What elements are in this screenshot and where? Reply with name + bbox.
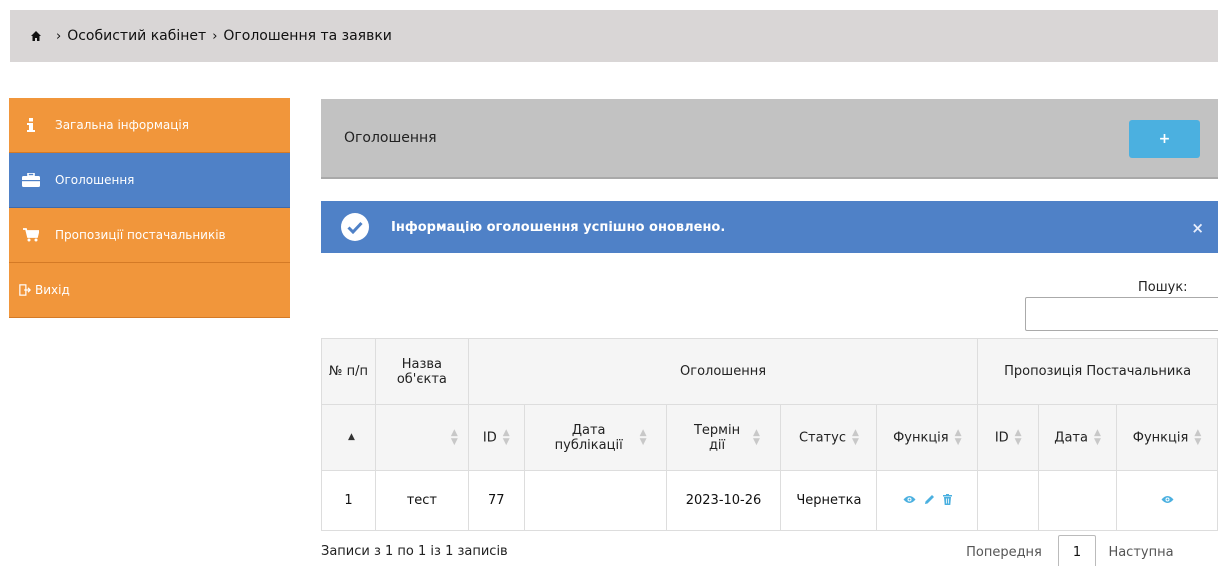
view-icon[interactable] [903, 495, 916, 504]
column-term-label: Термін дії [693, 422, 741, 453]
cell-name: тест [374, 470, 469, 531]
sort-offer-id[interactable]: ID ▲ ▼ [977, 404, 1040, 471]
sort-icon: ▲ ▼ [450, 427, 458, 447]
cart-icon [21, 228, 41, 242]
info-icon [21, 118, 41, 132]
cell-id: 77 [467, 470, 525, 531]
column-offer-function-label: Функція [1132, 430, 1189, 445]
sidebar-item-label: Пропозиції постачальників [55, 228, 226, 242]
panel-title: Оголошення [344, 130, 437, 146]
table-row: 1 тест 77 2023-10-26 Чернетка [321, 470, 1218, 531]
sort-icon: ▲ ▼ [753, 427, 760, 447]
sort-offer-function[interactable]: Функція ▲ ▼ [1116, 404, 1218, 471]
search-label: Пошук: [1138, 280, 1188, 295]
sort-icon: ▲ ▼ [1093, 427, 1101, 447]
sort-num[interactable]: ▲ [321, 404, 376, 471]
sort-offer-date[interactable]: Дата ▲ ▼ [1038, 404, 1118, 471]
header-name: Назва об'єкта [374, 338, 469, 405]
sidebar-item-label: Вихід [35, 283, 70, 297]
cell-offer-functions [1116, 470, 1218, 531]
sort-function[interactable]: Функція ▲ ▼ [876, 404, 979, 471]
sidebar-item-label: Загальна інформація [55, 118, 189, 132]
cell-num: 1 [321, 470, 376, 531]
check-circle-icon [341, 213, 369, 241]
column-offer-date-label: Дата [1054, 430, 1088, 445]
column-pub-date-label: Дата публікації [554, 422, 623, 453]
column-offer-id-label: ID [994, 430, 1009, 445]
search-input[interactable] [1025, 297, 1218, 331]
breadcrumb-item-cabinet[interactable]: Особистий кабінет [67, 28, 206, 44]
sidebar-item-general-info[interactable]: Загальна інформація [9, 98, 290, 153]
column-function-label: Функція [893, 430, 949, 445]
alert-message: Інформацію оголошення успішно оновлено. [391, 219, 726, 235]
sort-asc-icon: ▲ [347, 432, 355, 442]
panel-header: Оголошення [321, 99, 1218, 179]
cell-offer-id [977, 470, 1040, 531]
sort-id[interactable]: ID ▲ ▼ [467, 404, 525, 471]
sidebar-item-announcements[interactable]: Оголошення [9, 153, 290, 208]
chevron-right-icon: › [212, 28, 218, 44]
sort-icon: ▲ ▼ [1194, 427, 1202, 447]
sort-name[interactable]: ▲ ▼ [374, 404, 469, 471]
briefcase-icon [21, 173, 41, 187]
add-announcement-button[interactable]: + [1129, 120, 1200, 158]
header-group-offer: Пропозиція Постачальника [977, 338, 1218, 405]
cell-offer-date [1038, 470, 1118, 531]
sort-icon: ▲ ▼ [954, 427, 962, 447]
view-icon[interactable] [1161, 495, 1174, 504]
page-1-button[interactable]: 1 [1058, 535, 1096, 566]
sort-pub-date[interactable]: Дата публікації ▲ ▼ [523, 404, 667, 471]
sort-icon: ▲ ▼ [639, 427, 647, 447]
sidebar-item-supplier-offers[interactable]: Пропозиції постачальників [9, 208, 290, 263]
table-info: Записи з 1 по 1 із 1 записів [321, 544, 508, 559]
announcements-table: № п/п Назва об'єкта Оголошення Пропозиці… [321, 338, 1218, 531]
pagination: Попередня 1 Наступна [950, 535, 1186, 566]
sort-term[interactable]: Термін дії ▲ ▼ [665, 404, 782, 471]
edit-icon[interactable] [924, 494, 935, 505]
next-page-button[interactable]: Наступна [1096, 545, 1186, 560]
close-icon[interactable]: × [1191, 219, 1204, 237]
cell-pub-date [523, 470, 667, 531]
sidebar-item-label: Оголошення [55, 173, 135, 187]
plus-icon: + [1158, 131, 1171, 147]
home-icon[interactable] [30, 30, 42, 42]
trash-icon[interactable] [942, 494, 952, 505]
sort-icon: ▲ ▼ [851, 427, 859, 447]
sort-icon: ▲ ▼ [1014, 427, 1022, 447]
column-id-label: ID [482, 430, 497, 445]
cell-term: 2023-10-26 [665, 470, 782, 531]
chevron-right-icon: › [56, 28, 62, 44]
exit-icon [19, 283, 31, 297]
sidebar: Загальна інформація Оголошення Пропозиці… [9, 98, 290, 318]
sort-status[interactable]: Статус ▲ ▼ [780, 404, 878, 471]
breadcrumb: › Особистий кабінет › Оголошення та заяв… [10, 10, 1218, 62]
cell-status: Чернетка [780, 470, 878, 531]
sort-icon: ▲ ▼ [502, 427, 510, 447]
previous-page-button[interactable]: Попередня [950, 545, 1058, 560]
column-status-label: Статус [798, 430, 846, 445]
cell-functions [876, 470, 979, 531]
sidebar-item-exit[interactable]: Вихід [9, 263, 290, 318]
success-alert: Інформацію оголошення успішно оновлено. … [321, 201, 1218, 253]
header-group-announcement: Оголошення [467, 338, 979, 405]
header-num: № п/п [321, 338, 376, 405]
breadcrumb-item-announcements[interactable]: Оголошення та заявки [223, 28, 392, 44]
